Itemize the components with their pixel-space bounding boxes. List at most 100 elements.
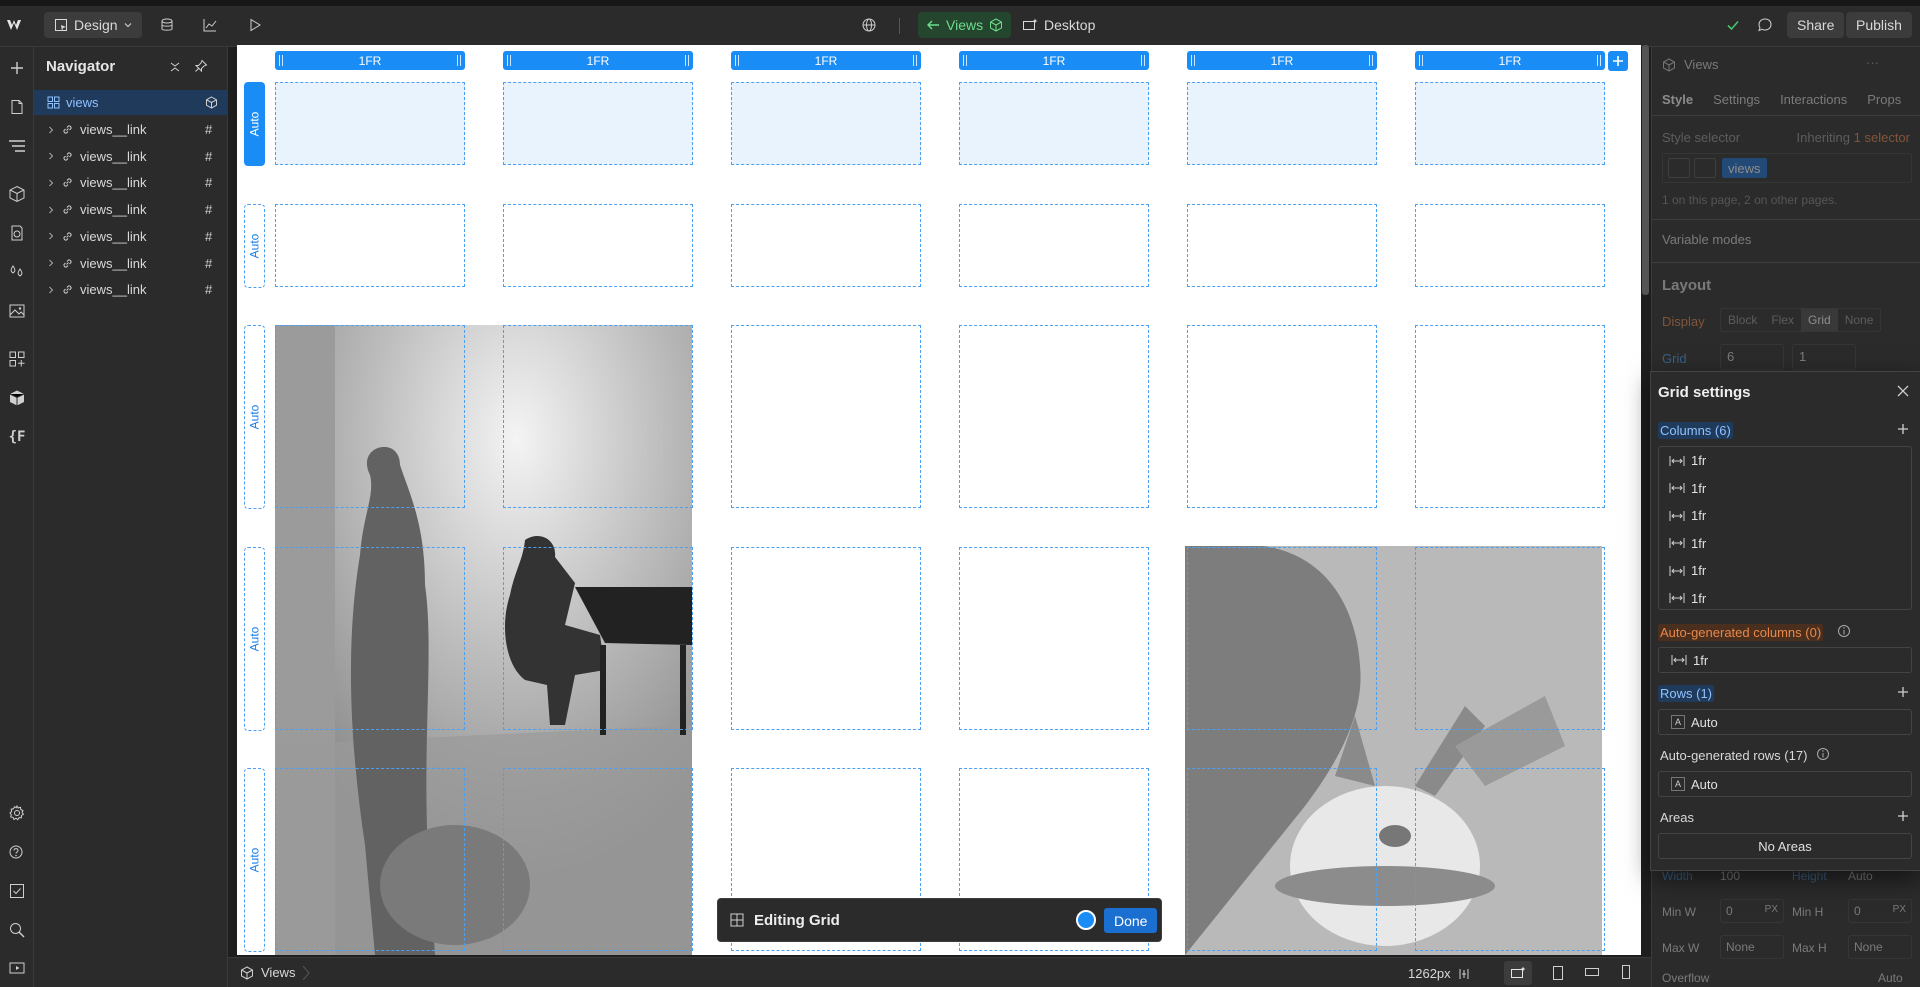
max-h-input[interactable]: None [1848, 935, 1912, 959]
audit-checklist-icon[interactable] [6, 880, 28, 902]
grid-cell[interactable] [1187, 82, 1377, 165]
mobile-landscape-icon[interactable] [1584, 966, 1600, 978]
nav-item-views-link[interactable]: views__link # [34, 197, 228, 222]
webflow-logo[interactable] [6, 12, 28, 38]
nav-item-views-link[interactable]: views__link # [34, 144, 228, 169]
breadcrumb[interactable]: Views [240, 965, 311, 980]
column-header[interactable]: 1FR [731, 51, 921, 70]
grid-cell[interactable] [275, 547, 465, 730]
column-item[interactable]: 1fr [1669, 530, 1917, 557]
overflow-auto[interactable]: Auto [1878, 971, 1903, 985]
grid-cell[interactable] [503, 325, 693, 508]
row-header[interactable]: Auto [244, 547, 265, 731]
grid-cell[interactable] [731, 547, 921, 730]
collapse-icon[interactable] [168, 60, 182, 74]
column-item[interactable]: 1fr [1669, 557, 1917, 584]
settings-gear-icon[interactable] [6, 802, 28, 824]
canvas-scrollbar[interactable] [1642, 45, 1649, 295]
pages-icon[interactable] [6, 96, 28, 118]
column-item[interactable]: 1fr [1669, 502, 1917, 529]
row-header[interactable]: Auto [244, 325, 265, 509]
grid-cell[interactable] [959, 204, 1149, 287]
add-row-icon[interactable] [1897, 686, 1909, 698]
mode-dropdown[interactable]: Design [44, 12, 142, 38]
grid-cell[interactable] [731, 82, 921, 165]
nav-item-views-link[interactable]: views__link # [34, 170, 228, 195]
nav-item-views-link[interactable]: views__link # [34, 251, 228, 276]
width-value[interactable]: 100 [1720, 869, 1740, 883]
row-value[interactable]: A Auto [1658, 709, 1912, 735]
grid-cell[interactable] [959, 547, 1149, 730]
column-header[interactable]: 1FR [1187, 51, 1377, 70]
close-icon[interactable] [1897, 385, 1909, 397]
info-icon[interactable] [1837, 624, 1851, 638]
column-header[interactable]: 1FR [275, 51, 465, 70]
selector-chip[interactable]: views [1722, 158, 1767, 178]
grid-cell[interactable] [503, 547, 693, 730]
more-options-icon[interactable]: ··· [1866, 55, 1879, 70]
nav-item-views-link[interactable]: views__link # [34, 117, 228, 142]
add-elements-icon[interactable] [6, 57, 28, 79]
grid-cell[interactable] [1187, 325, 1377, 508]
areas-value[interactable]: No Areas [1658, 833, 1912, 859]
grid-cell[interactable] [1415, 82, 1605, 165]
column-header[interactable]: 1FR [1415, 51, 1605, 70]
grid-cell[interactable] [731, 204, 921, 287]
page-frame[interactable] [237, 45, 1641, 955]
desktop-breakpoint-icon[interactable] [1504, 961, 1532, 985]
style-manager-icon[interactable] [6, 261, 28, 283]
grid-cell[interactable] [731, 325, 921, 508]
chevron-right-icon[interactable] [47, 152, 55, 160]
apps-icon[interactable] [6, 348, 28, 370]
row-header[interactable]: Auto [244, 768, 265, 952]
grid-cell[interactable] [275, 768, 465, 951]
cms-icon[interactable] [159, 12, 175, 38]
column-header[interactable]: 1FR [503, 51, 693, 70]
grid-cell[interactable] [1187, 768, 1377, 951]
display-option-flex[interactable]: Flex [1764, 309, 1801, 331]
video-tutorials-icon[interactable] [6, 957, 28, 979]
breakpoint-selector[interactable]: Desktop [1022, 12, 1095, 38]
grid-cell[interactable] [1415, 768, 1605, 951]
display-option-block[interactable]: Block [1721, 309, 1764, 331]
add-area-icon[interactable] [1897, 810, 1909, 822]
preview-play-icon[interactable] [247, 12, 263, 38]
info-icon[interactable] [1816, 747, 1830, 761]
grid-cell[interactable] [1415, 325, 1605, 508]
nav-item-views[interactable]: views [34, 90, 228, 115]
row-header[interactable]: Auto [244, 82, 265, 166]
chevron-right-icon[interactable] [47, 259, 55, 267]
publish-button[interactable]: Publish [1846, 12, 1912, 38]
cube-icon[interactable] [6, 387, 28, 409]
tab-settings[interactable]: Settings [1713, 92, 1760, 107]
min-h-input[interactable]: 0 PX [1848, 899, 1912, 923]
column-header[interactable]: 1FR [959, 51, 1149, 70]
navigator-icon[interactable] [6, 135, 28, 157]
nav-item-views-link[interactable]: views__link # [34, 224, 228, 249]
grid-cell[interactable] [275, 82, 465, 165]
grid-cell[interactable] [503, 82, 693, 165]
grid-cell[interactable] [503, 768, 693, 951]
components-icon[interactable] [6, 183, 28, 205]
assets-icon[interactable] [6, 300, 28, 322]
column-item[interactable]: 1fr [1669, 475, 1917, 502]
grid-cell[interactable] [275, 204, 465, 287]
height-value[interactable]: Auto [1848, 869, 1873, 883]
tab-interactions[interactable]: Interactions [1780, 92, 1847, 107]
grid-cell[interactable] [1187, 547, 1377, 730]
tablet-icon[interactable] [1552, 965, 1564, 981]
chevron-right-icon[interactable] [47, 179, 55, 187]
globe-icon[interactable] [861, 12, 877, 38]
add-column-button[interactable] [1608, 51, 1628, 71]
chevron-right-icon[interactable] [47, 286, 55, 294]
nav-item-views-link[interactable]: views__link # [34, 277, 228, 302]
auto-column-value[interactable]: 1fr [1658, 647, 1912, 673]
grid-cell[interactable] [275, 325, 465, 508]
auto-row-value[interactable]: A Auto [1658, 771, 1912, 797]
max-w-input[interactable]: None [1720, 935, 1784, 959]
min-w-input[interactable]: 0 PX [1720, 899, 1784, 923]
column-item[interactable]: 1fr [1669, 585, 1917, 612]
help-icon[interactable] [6, 841, 28, 863]
analytics-icon[interactable] [202, 12, 218, 38]
share-button[interactable]: Share [1787, 12, 1845, 38]
